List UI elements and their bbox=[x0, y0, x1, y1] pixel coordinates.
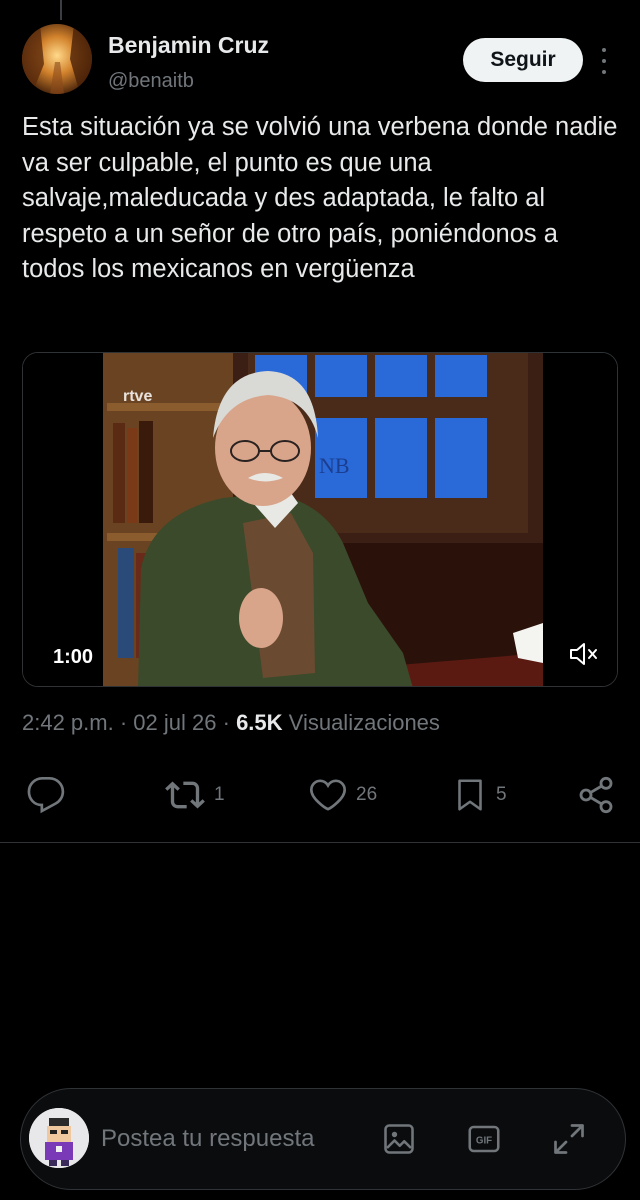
meta-separator: · bbox=[222, 710, 230, 735]
reply-icon bbox=[27, 777, 65, 814]
bookmark-icon bbox=[458, 779, 482, 811]
share-icon bbox=[579, 776, 613, 814]
author-name[interactable]: Benjamin Cruz bbox=[108, 32, 269, 59]
reply-input[interactable] bbox=[101, 1125, 361, 1153]
tweet-actions: 1 26 5 bbox=[0, 770, 640, 820]
reply-button[interactable] bbox=[26, 770, 66, 820]
tweet-time[interactable]: 2:42 p.m. bbox=[22, 710, 114, 735]
video-frame: rtve NB bbox=[23, 353, 617, 686]
author-avatar[interactable] bbox=[22, 24, 92, 94]
nb-logo: NB bbox=[319, 453, 350, 478]
retweet-icon bbox=[165, 781, 205, 809]
tweet-header: Benjamin Cruz @benaitb Seguir bbox=[22, 24, 622, 100]
views-label: Visualizaciones bbox=[288, 710, 440, 735]
bookmark-button[interactable]: 5 bbox=[452, 770, 507, 820]
follow-button[interactable]: Seguir bbox=[463, 38, 583, 82]
video-player[interactable]: rtve NB 1:00 bbox=[22, 352, 618, 687]
like-count: 26 bbox=[356, 784, 378, 805]
tweet-text: Esta situación ya se volvió una verbena … bbox=[22, 113, 618, 283]
meta-separator: · bbox=[119, 710, 128, 735]
expand-icon[interactable] bbox=[549, 1119, 589, 1159]
views-count: 6.5K bbox=[236, 710, 283, 735]
image-icon[interactable] bbox=[379, 1119, 419, 1159]
user-avatar[interactable] bbox=[29, 1108, 89, 1168]
tweet-meta: 2:42 p.m. · 02 jul 26 · 6.5K Visualizaci… bbox=[22, 710, 440, 736]
tweet-date[interactable]: 02 jul 26 bbox=[133, 710, 216, 735]
video-duration: 1:00 bbox=[53, 646, 94, 668]
rtve-watermark: rtve bbox=[123, 388, 152, 405]
retweet-count: 1 bbox=[214, 784, 225, 805]
muted-speaker-icon[interactable] bbox=[568, 639, 600, 669]
more-options-icon[interactable] bbox=[596, 48, 612, 74]
share-button[interactable] bbox=[576, 770, 616, 820]
divider bbox=[0, 842, 640, 843]
thread-connector-line bbox=[60, 0, 62, 20]
gif-label: GIF bbox=[476, 1136, 492, 1147]
like-button[interactable]: 26 bbox=[308, 770, 377, 820]
gif-icon[interactable]: GIF bbox=[464, 1119, 504, 1159]
author-handle[interactable]: @benaitb bbox=[108, 70, 194, 93]
heart-icon bbox=[309, 779, 347, 811]
bookmark-count: 5 bbox=[496, 784, 507, 805]
retweet-button[interactable]: 1 bbox=[164, 770, 225, 820]
reply-composer: GIF bbox=[20, 1088, 626, 1190]
